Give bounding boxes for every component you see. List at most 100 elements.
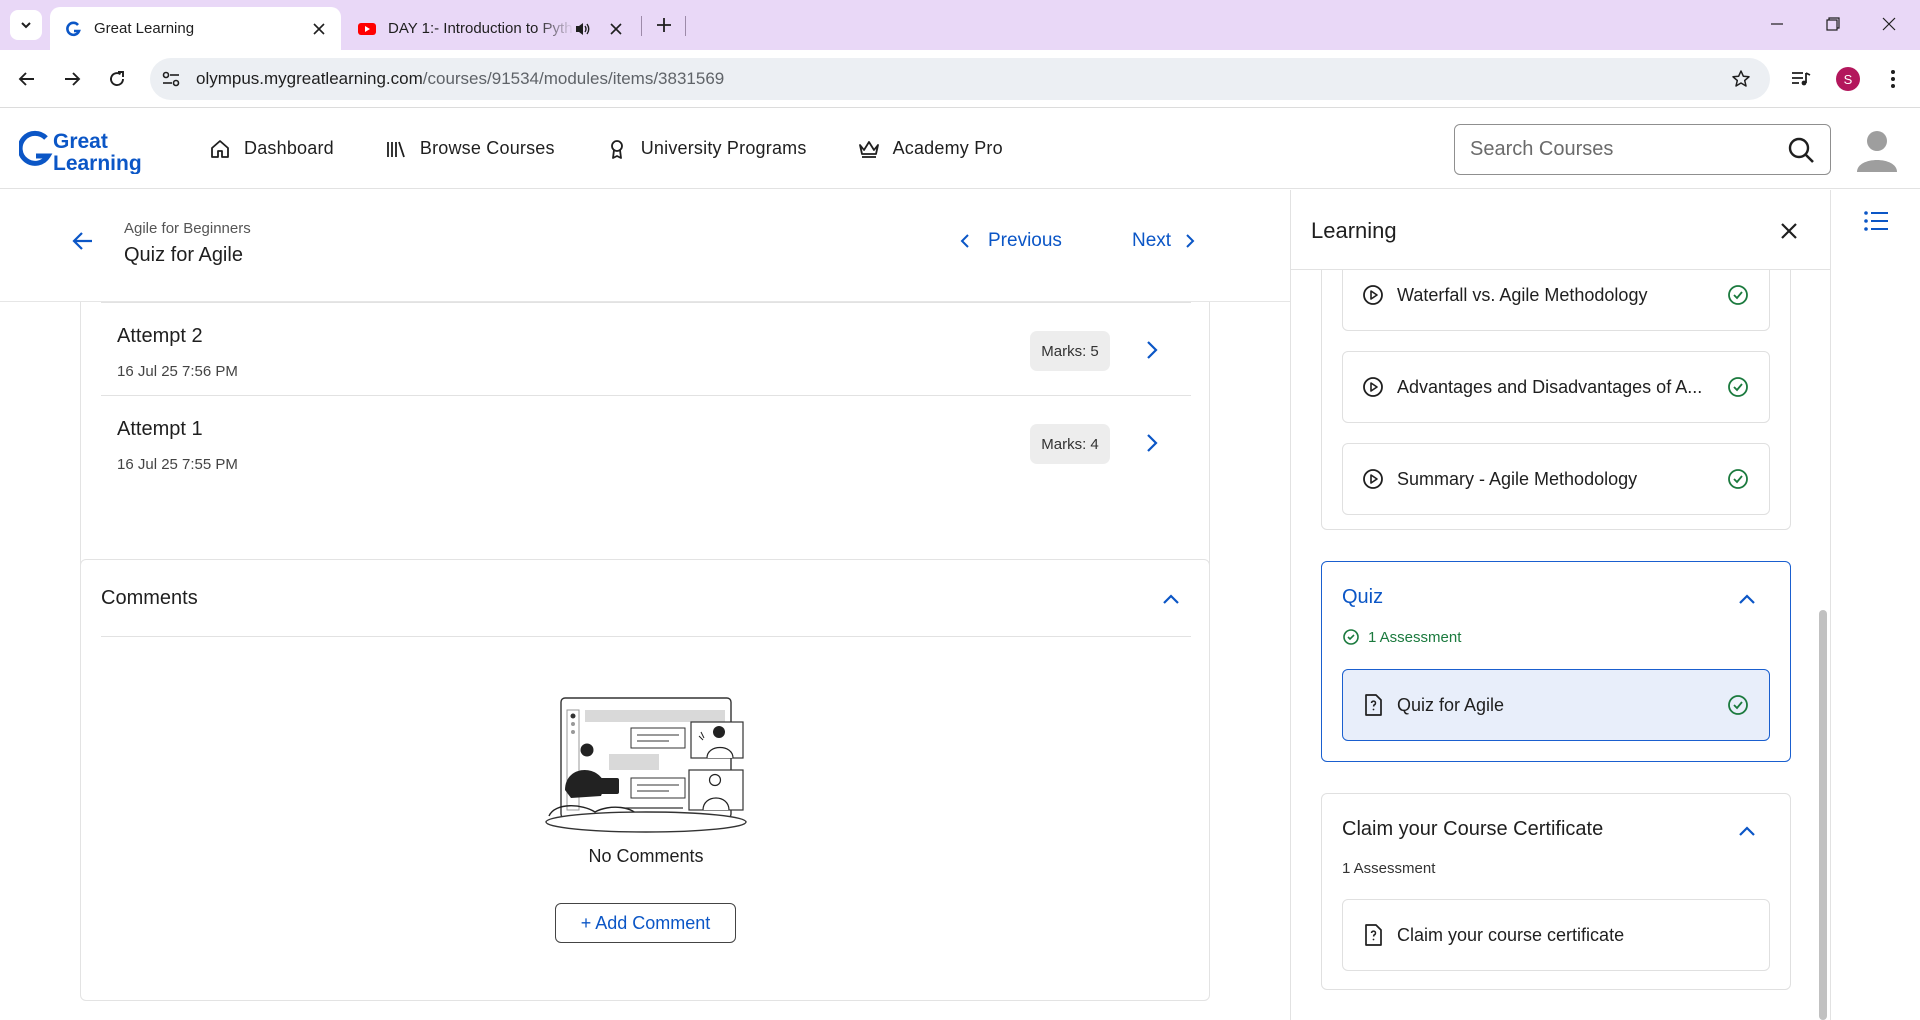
main-content: Agile for Beginners Quiz for Agile Previ… bbox=[0, 190, 1290, 1020]
main-nav: Dashboard Browse Courses University Prog… bbox=[208, 108, 1053, 189]
user-avatar[interactable] bbox=[1853, 124, 1901, 172]
learning-panel: Learning Waterfall vs. Agile Methodology… bbox=[1290, 190, 1830, 1020]
chevron-right-icon[interactable] bbox=[1137, 335, 1167, 365]
arrow-left-icon bbox=[72, 232, 92, 250]
lesson-title: Advantages and Disadvantages of A... bbox=[1397, 376, 1703, 397]
browser-tab-bar: Great Learning DAY 1:- Introduction to P… bbox=[0, 0, 1920, 50]
nav-dashboard[interactable]: Dashboard bbox=[208, 137, 334, 161]
right-rail bbox=[1830, 190, 1920, 1020]
chevron-right-icon[interactable] bbox=[1137, 428, 1167, 458]
module-subtitle: 1 Assessment bbox=[1342, 860, 1435, 877]
crown-icon bbox=[857, 137, 881, 161]
no-comments-text: No Comments bbox=[588, 846, 704, 866]
nav-university-programs-label: University Programs bbox=[640, 138, 807, 158]
close-panel-button[interactable] bbox=[1774, 216, 1804, 246]
module-title[interactable]: Claim your Course Certificate bbox=[1342, 818, 1603, 841]
learning-panel-title: Learning bbox=[1311, 218, 1397, 243]
chevron-up-icon bbox=[1739, 826, 1755, 836]
tab-youtube[interactable]: DAY 1:- Introduction to Python bbox=[348, 7, 638, 50]
address-bar[interactable]: olympus.mygreatlearning.com/courses/9153… bbox=[150, 58, 1770, 100]
library-icon bbox=[384, 137, 408, 161]
play-circle-icon bbox=[1361, 283, 1385, 307]
back-nav-button[interactable] bbox=[10, 62, 44, 96]
tab-separator bbox=[685, 16, 686, 36]
attempt-date: 16 Jul 25 7:56 PM bbox=[117, 363, 238, 380]
logo-text-great: Great bbox=[53, 130, 108, 153]
attempt-row[interactable]: Attempt 1 16 Jul 25 7:55 PM Marks: 4 bbox=[101, 395, 1191, 488]
restore-window-button[interactable] bbox=[1811, 6, 1855, 42]
lesson-item[interactable]: Claim your course certificate bbox=[1342, 899, 1770, 971]
next-button[interactable]: Next bbox=[1132, 226, 1195, 256]
previous-button[interactable]: Previous bbox=[960, 226, 1062, 256]
lesson-item[interactable]: Advantages and Disadvantages of A... bbox=[1342, 351, 1770, 423]
chevron-left-icon bbox=[960, 234, 969, 248]
award-icon bbox=[605, 137, 629, 161]
breadcrumb[interactable]: Agile for Beginners bbox=[124, 220, 251, 237]
attempt-row[interactable]: Attempt 2 16 Jul 25 7:56 PM Marks: 5 bbox=[101, 302, 1191, 395]
close-window-button[interactable] bbox=[1867, 6, 1911, 42]
minimize-window-button[interactable] bbox=[1755, 6, 1799, 42]
module-card-quiz: Quiz 1 Assessment Quiz for Agile bbox=[1321, 561, 1791, 762]
back-button[interactable] bbox=[68, 226, 98, 256]
collapse-module-button[interactable] bbox=[1732, 584, 1762, 614]
nav-academy-pro[interactable]: Academy Pro bbox=[857, 137, 1003, 161]
arrow-left-icon bbox=[18, 72, 34, 86]
tab-search-button[interactable] bbox=[10, 10, 42, 40]
close-tab-icon[interactable] bbox=[602, 15, 630, 43]
learning-panel-header: Learning bbox=[1291, 190, 1830, 270]
tab-great-learning[interactable]: Great Learning bbox=[50, 7, 341, 50]
chevron-right-icon bbox=[1186, 234, 1195, 248]
restore-icon bbox=[1826, 17, 1840, 31]
search-courses-box bbox=[1454, 124, 1831, 175]
more-vertical-icon bbox=[1891, 70, 1895, 88]
logo-text-learning: Learning bbox=[53, 152, 142, 174]
next-label: Next bbox=[1132, 230, 1172, 251]
url-text[interactable]: olympus.mygreatlearning.com/courses/9153… bbox=[196, 69, 1724, 89]
course-outline-toggle[interactable] bbox=[1861, 206, 1891, 236]
chevron-up-icon bbox=[1739, 594, 1755, 604]
close-icon bbox=[1882, 17, 1896, 31]
previous-label: Previous bbox=[988, 230, 1062, 251]
play-circle-icon bbox=[1361, 375, 1385, 399]
audio-playing-icon[interactable] bbox=[574, 18, 596, 40]
attempt-date: 16 Jul 25 7:55 PM bbox=[117, 456, 238, 473]
profile-button[interactable]: S bbox=[1831, 62, 1865, 96]
nav-browse-courses-label: Browse Courses bbox=[419, 138, 555, 158]
lesson-title: Quiz for Agile bbox=[1397, 694, 1505, 715]
nav-academy-pro-label: Academy Pro bbox=[892, 138, 1003, 158]
user-avatar-icon bbox=[1857, 131, 1897, 172]
page-header: Agile for Beginners Quiz for Agile Previ… bbox=[0, 190, 1290, 302]
play-circle-icon bbox=[1361, 467, 1385, 491]
browser-menu-button[interactable] bbox=[1876, 62, 1910, 96]
nav-university-programs[interactable]: University Programs bbox=[605, 137, 807, 161]
great-learning-logo[interactable]: Great Learning bbox=[19, 128, 154, 174]
media-controls-button[interactable] bbox=[1784, 62, 1818, 96]
great-learning-favicon-icon bbox=[66, 21, 81, 36]
app-header: Great Learning Dashboard Browse Courses … bbox=[0, 108, 1920, 189]
bookmark-star-icon[interactable] bbox=[1724, 62, 1758, 96]
nav-browse-courses[interactable]: Browse Courses bbox=[384, 137, 555, 161]
lesson-item-current[interactable]: Quiz for Agile bbox=[1342, 669, 1770, 741]
tab-title: DAY 1:- Introduction to Python bbox=[388, 20, 574, 37]
marks-badge: Marks: 4 bbox=[1030, 424, 1110, 464]
search-icon[interactable] bbox=[1786, 135, 1816, 165]
nav-dashboard-label: Dashboard bbox=[244, 138, 334, 158]
lesson-item[interactable]: Summary - Agile Methodology bbox=[1342, 443, 1770, 515]
forward-nav-button[interactable] bbox=[55, 62, 89, 96]
close-tab-icon[interactable] bbox=[305, 15, 333, 43]
module-title[interactable]: Quiz bbox=[1342, 586, 1383, 609]
panel-scrollbar-thumb[interactable] bbox=[1819, 610, 1827, 1020]
new-tab-button[interactable] bbox=[650, 10, 678, 40]
comments-card: Comments No Comments + Add Comment bbox=[80, 559, 1210, 1001]
completed-check-icon bbox=[1343, 629, 1359, 645]
collapse-comments-button[interactable] bbox=[1156, 584, 1186, 614]
add-comment-button[interactable]: + Add Comment bbox=[555, 903, 736, 943]
site-info-icon[interactable] bbox=[154, 62, 188, 96]
comments-title: Comments bbox=[101, 587, 198, 609]
profile-avatar: S bbox=[1836, 67, 1860, 91]
home-icon bbox=[208, 137, 232, 161]
reload-button[interactable] bbox=[100, 62, 134, 96]
collapse-module-button[interactable] bbox=[1732, 816, 1762, 846]
search-input[interactable] bbox=[1470, 138, 1786, 161]
quiz-document-icon bbox=[1361, 923, 1385, 947]
